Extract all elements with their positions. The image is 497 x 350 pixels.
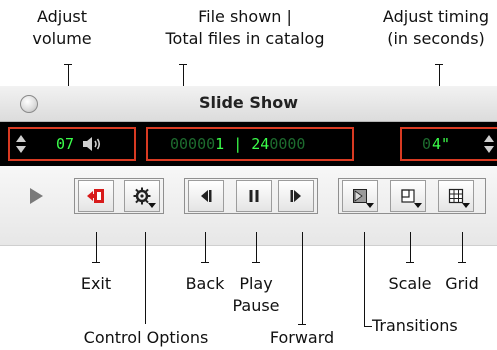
window-title: Slide Show — [198, 93, 299, 112]
forward-button[interactable] — [278, 180, 314, 212]
volume-stepper[interactable] — [16, 135, 26, 155]
callout-adjust-volume: Adjust volume — [32, 7, 92, 48]
timing-up-arrow-icon[interactable] — [484, 135, 494, 142]
leader-grid — [462, 232, 463, 262]
file-total-suffix: 0000 — [269, 135, 306, 153]
leader-back — [205, 232, 206, 262]
leader-scale — [410, 232, 411, 262]
exit-icon — [87, 189, 104, 203]
chevron-down-icon — [366, 203, 374, 208]
speaker-icon — [83, 137, 101, 151]
display-bar: 07 000001 | 240000 0 4" — [0, 122, 497, 166]
leader-grid-tick — [458, 262, 466, 263]
back-icon — [201, 190, 212, 202]
leader-forward-tick — [298, 324, 306, 325]
leader-transitions-elbow — [364, 326, 372, 327]
exit-button[interactable] — [78, 180, 114, 212]
control-options-button[interactable] — [124, 180, 160, 212]
callout-control-options: Control Options — [83, 328, 209, 347]
grid-button[interactable] — [438, 180, 474, 212]
toolbar — [0, 166, 497, 246]
timing-value: 4" — [432, 135, 451, 153]
chevron-down-icon — [148, 203, 156, 208]
leader-control-options — [145, 232, 146, 324]
callout-adjust-timing: Adjust timing (in seconds) — [382, 7, 490, 48]
play-icon[interactable] — [30, 188, 43, 204]
timing-stepper[interactable] — [484, 135, 494, 155]
file-separator: | — [233, 135, 243, 153]
timing-prefix: 0 — [422, 135, 432, 153]
transitions-icon — [353, 189, 367, 203]
file-current-prefix: 00000 — [170, 135, 216, 153]
scale-icon — [401, 189, 415, 203]
leader-scale-tick — [406, 262, 414, 263]
timing-down-arrow-icon[interactable] — [484, 146, 494, 153]
title-bar[interactable]: Slide Show — [0, 86, 497, 122]
volume-up-arrow-icon[interactable] — [16, 135, 26, 142]
callout-forward: Forward — [269, 328, 335, 347]
leader-forward — [302, 232, 303, 324]
leader-back-tick — [201, 262, 209, 263]
forward-icon — [290, 190, 301, 202]
chevron-down-icon — [462, 203, 470, 208]
leader-play-pause-tick — [252, 262, 260, 263]
leader-exit-tick — [92, 262, 100, 263]
leader-play-pause — [256, 232, 257, 262]
pause-icon — [249, 190, 259, 202]
file-current: 1 — [215, 135, 225, 153]
back-button[interactable] — [188, 180, 224, 212]
grid-icon — [448, 188, 464, 204]
callout-file-shown: File shown | Total files in catalog — [165, 7, 325, 48]
file-counter: 000001 | 240000 — [170, 135, 305, 153]
chevron-down-icon — [414, 203, 422, 208]
callout-scale: Scale — [388, 274, 432, 293]
callout-transitions: Transitions — [372, 316, 458, 335]
timing-display: 0 4" — [400, 127, 497, 161]
play-pause-button[interactable] — [236, 180, 272, 212]
volume-down-arrow-icon[interactable] — [16, 146, 26, 153]
volume-display: 07 — [8, 127, 136, 161]
file-counter-display: 000001 | 240000 — [146, 127, 354, 161]
callout-grid: Grid — [445, 274, 479, 293]
leader-transitions — [364, 232, 365, 326]
callout-play-pause: Play Pause — [232, 274, 280, 315]
transitions-button[interactable] — [342, 180, 378, 212]
callout-exit: Exit — [80, 274, 112, 293]
volume-value: 07 — [56, 135, 75, 153]
slide-show-window: Slide Show 07 000001 | 240000 0 4" — [0, 86, 497, 246]
file-total: 24 — [251, 135, 270, 153]
leader-exit — [96, 232, 97, 262]
scale-button[interactable] — [390, 180, 426, 212]
